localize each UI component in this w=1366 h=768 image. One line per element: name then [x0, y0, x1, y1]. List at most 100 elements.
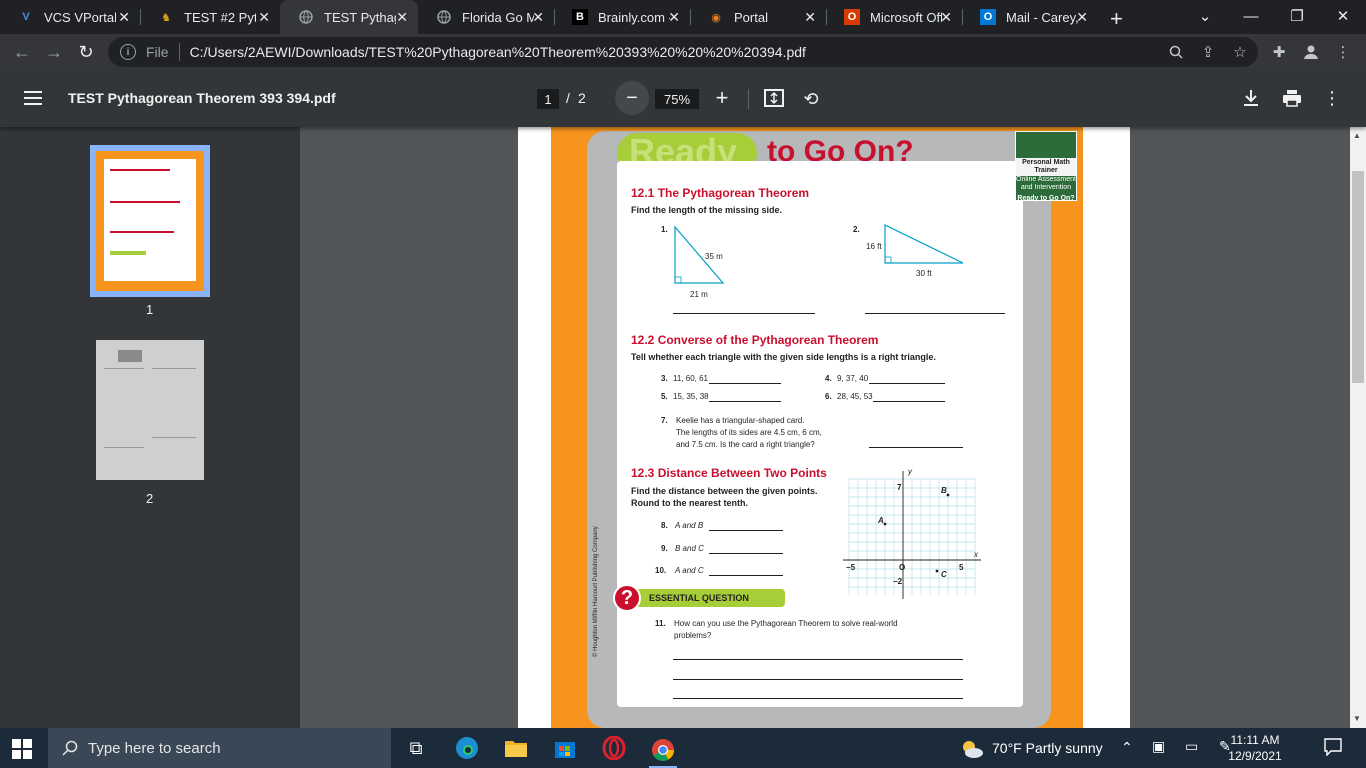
tab-title: TEST #2 Pyth	[184, 9, 256, 25]
print-icon[interactable]	[1281, 87, 1303, 109]
tab-florida-go-math[interactable]: Florida Go M ✕	[418, 0, 554, 34]
more-actions-icon[interactable]: ⋮	[1321, 87, 1343, 109]
thumbnail-label: 2	[146, 491, 154, 506]
more-vert-icon[interactable]: ⋮	[1332, 41, 1354, 63]
zoom-magnifier-icon[interactable]	[1165, 41, 1187, 63]
fit-to-page-icon[interactable]	[763, 88, 785, 108]
outlook-icon: O	[980, 9, 996, 25]
system-clock[interactable]: 11:11 AM 12/9/2021	[1228, 732, 1282, 764]
task-view-icon[interactable]: ⧉	[402, 734, 430, 762]
essential-question-banner: ESSENTIAL QUESTION	[629, 589, 785, 607]
minimize-button[interactable]: —	[1228, 0, 1274, 32]
page-number-input[interactable]: 1	[537, 89, 559, 109]
thumbnail-sidebar: 1 2	[0, 127, 300, 728]
url-omnibox[interactable]: i File C:/Users/2AEWI/Downloads/TEST%20P…	[108, 37, 1258, 67]
question-number: 2.	[853, 225, 860, 234]
tab-brainly[interactable]: B Brainly.com - ✕	[554, 0, 690, 34]
hamburger-menu-icon[interactable]	[24, 91, 42, 105]
close-icon[interactable]: ✕	[532, 9, 544, 26]
tab-test2-pyth[interactable]: ♞ TEST #2 Pyth ✕	[140, 0, 280, 34]
weather-text[interactable]: 70°F Partly sunny	[992, 740, 1103, 756]
reload-icon[interactable]: ↻	[74, 40, 98, 64]
question-number: 6.	[825, 392, 832, 401]
windows-taskbar: Type here to search ⧉ 70°F Partly sunny …	[0, 728, 1366, 768]
page-orange-border: Ready to Go On? 12.1 The Pythagorean The…	[551, 127, 1083, 728]
forward-arrow-icon[interactable]: →	[42, 40, 66, 64]
personal-math-trainer-badge: Personal Math Trainer Online Assessment …	[1015, 131, 1077, 202]
windows-start-icon[interactable]	[12, 739, 32, 759]
page-thumbnail-1[interactable]	[90, 145, 210, 297]
grid-axis-label: x	[974, 550, 978, 559]
taskbar-search-box[interactable]: Type here to search	[48, 728, 391, 768]
close-window-button[interactable]: ✕	[1320, 0, 1366, 32]
brainly-icon: B	[572, 9, 588, 25]
question-text: 11, 60, 61	[673, 374, 708, 383]
share-icon[interactable]: ⇪	[1197, 41, 1219, 63]
tab-search-chevron-icon[interactable]: ⌄	[1182, 0, 1228, 32]
thumbnail-text-block	[104, 368, 144, 448]
tab-test-pythagorean-active[interactable]: TEST Pythago ✕	[280, 0, 418, 34]
grid-tick-label: −5	[846, 563, 856, 572]
question-number: 8.	[661, 521, 668, 530]
toolbar-divider	[748, 89, 749, 109]
tab-title: VCS VPortal	[44, 9, 116, 25]
scroll-down-arrow-icon[interactable]: ▼	[1353, 714, 1361, 723]
weather-sun-cloud-icon[interactable]	[958, 735, 986, 763]
back-arrow-icon[interactable]: ←	[10, 40, 34, 64]
microsoft-store-icon[interactable]	[551, 734, 579, 762]
vertical-scrollbar[interactable]: ▲ ▼	[1350, 127, 1366, 728]
restore-button[interactable]: ❐	[1274, 0, 1320, 32]
scroll-up-arrow-icon[interactable]: ▲	[1353, 131, 1361, 140]
tab-mail[interactable]: O Mail - Carey, ✕	[962, 0, 1098, 34]
star-bookmark-icon[interactable]: ☆	[1229, 41, 1251, 63]
url-text[interactable]: C:/Users/2AEWI/Downloads/TEST%20Pythagor…	[190, 44, 806, 60]
tab-portal[interactable]: ◉ Portal ✕	[690, 0, 826, 34]
section-title: 12.1 The Pythagorean Theorem	[631, 186, 810, 200]
info-icon[interactable]: i	[120, 44, 136, 60]
question-text: A and C	[675, 566, 704, 575]
zoom-out-button[interactable]: −	[615, 81, 649, 115]
opera-browser-icon[interactable]	[600, 734, 628, 762]
zoom-in-button[interactable]: +	[710, 85, 734, 110]
address-bar: ← → ↻ i File C:/Users/2AEWI/Downloads/TE…	[0, 34, 1366, 70]
rotate-icon[interactable]: ⟲	[800, 88, 822, 110]
chrome-browser-icon[interactable]	[649, 734, 677, 768]
close-icon[interactable]: ✕	[804, 9, 816, 26]
download-icon[interactable]	[1240, 87, 1262, 109]
profile-avatar-icon[interactable]	[1300, 41, 1322, 63]
notifications-icon[interactable]	[1324, 738, 1342, 759]
section-instruction: Tell whether each triangle with the give…	[631, 352, 936, 362]
close-icon[interactable]: ✕	[118, 9, 130, 26]
pmt-bottom-label: Ready to Go On?	[1017, 195, 1075, 202]
close-icon[interactable]: ✕	[258, 9, 270, 26]
thumbnail-heading	[110, 201, 180, 203]
thumbnail-heading	[110, 231, 174, 233]
battery-icon[interactable]: ▭	[1185, 738, 1198, 755]
extensions-puzzle-icon[interactable]: ✚	[1268, 41, 1290, 63]
grid-tick-label: −2	[893, 577, 903, 586]
answer-line	[709, 530, 783, 531]
zoom-level-input[interactable]: 75%	[655, 89, 699, 109]
tab-microsoft-office[interactable]: O Microsoft Off ✕	[826, 0, 962, 34]
question-text: Keelie has a triangular-shaped card.	[676, 416, 805, 425]
close-icon[interactable]: ✕	[668, 9, 680, 26]
clock-time: 11:11 AM	[1230, 733, 1280, 747]
close-icon[interactable]: ✕	[396, 9, 408, 26]
question-text: 28, 45, 53	[837, 392, 873, 401]
tab-title: TEST Pythago	[324, 9, 396, 25]
thumbnail-heading	[110, 169, 170, 171]
file-explorer-icon[interactable]	[502, 734, 530, 762]
scrollbar-thumb[interactable]	[1352, 171, 1364, 383]
meet-now-icon[interactable]: ▣	[1152, 738, 1165, 755]
close-icon[interactable]: ✕	[940, 9, 952, 26]
close-icon[interactable]: ✕	[1076, 9, 1088, 26]
tab-vcs-vportal[interactable]: V VCS VPortal ✕	[0, 0, 140, 34]
page-thumbnail-2[interactable]	[96, 340, 204, 480]
edge-browser-icon[interactable]	[453, 734, 481, 762]
portal-icon: ◉	[711, 11, 721, 24]
page-separator: /	[566, 90, 570, 106]
pdf-viewer[interactable]: Ready to Go On? 12.1 The Pythagorean The…	[300, 127, 1350, 728]
show-hidden-icons-chevron-icon[interactable]: ⌃	[1121, 739, 1133, 756]
new-tab-button[interactable]: +	[1110, 6, 1123, 32]
globe-icon	[436, 9, 452, 25]
